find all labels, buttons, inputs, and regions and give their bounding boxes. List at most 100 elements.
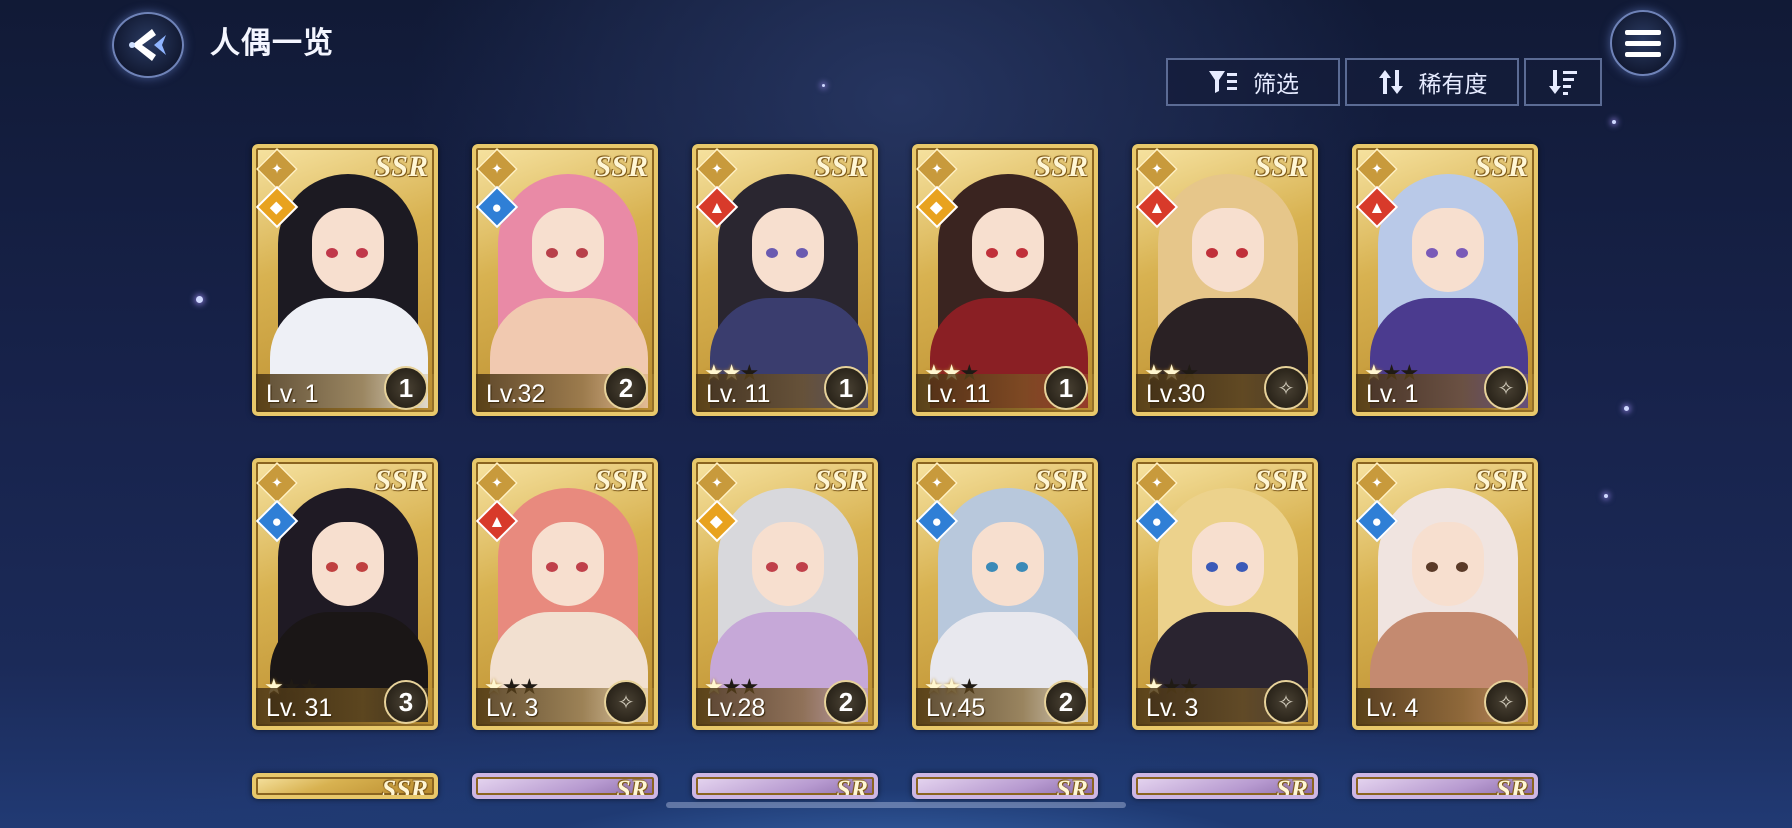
character-card[interactable]: SSR ✦ ◆ Lv. 11 [252,144,438,416]
portrait-face [752,208,824,292]
rarity-label: SSR [1034,464,1088,497]
rarity-label: SSR [381,775,428,799]
level-text: Lv. 31 [266,694,333,722]
portrait-eye [576,248,588,258]
character-card[interactable]: SR [1352,773,1538,799]
background-sparkle [1612,120,1616,124]
portrait-eye [986,562,998,572]
character-card[interactable]: SSR ✦ ● ★★★ Lv. 3 ✧ [1132,458,1318,730]
rarity-label: SSR [814,464,868,497]
character-card[interactable]: SSR ✦ ▲ ★★★ Lv.30 ✧ [1132,144,1318,416]
portrait-eye [356,562,368,572]
level-text: Lv.45 [926,694,986,722]
awaken-rank-badge: 2 [1044,680,1088,724]
character-card[interactable]: SR [472,773,658,799]
sort-order-button[interactable] [1524,58,1602,106]
portrait-face [1412,208,1484,292]
sort-arrows-icon [1378,70,1403,94]
rarity-label: SSR [1034,150,1088,183]
rarity-label: SSR [814,150,868,183]
portrait-eye [766,248,778,258]
portrait-eye [796,562,808,572]
rarity-sort-button[interactable]: 稀有度 [1345,58,1519,106]
character-card[interactable]: SSR ✦ ◆ ★★★ Lv. 11 1 [912,144,1098,416]
back-button[interactable] [112,12,184,78]
background-sparkle [1604,494,1608,498]
character-card[interactable]: SSR [252,773,438,799]
awaken-rank-badge: 3 [384,680,428,724]
page-title: 人偶一览 [210,27,334,60]
awaken-wing-icon: ✧ [1484,680,1528,724]
level-text: Lv. 1 [1366,380,1419,408]
rarity-label: SR [836,775,868,799]
level-text: Lv. 4 [1366,694,1419,722]
awaken-wing-icon: ✧ [1264,680,1308,724]
character-card[interactable]: SSR ✦ ◆ ★★★ Lv.28 2 [692,458,878,730]
rarity-label: SSR [374,150,428,183]
filter-button[interactable]: 筛选 [1166,58,1340,106]
level-text: Lv. 1 [266,380,319,408]
portrait-eye [546,248,558,258]
portrait-face [312,522,384,606]
awaken-rank-badge: 1 [1044,366,1088,410]
awaken-rank-badge: 1 [384,366,428,410]
rarity-label: SSR [374,464,428,497]
character-card[interactable]: SSR ✦ ▲ ★★★ Lv. 1 ✧ [1352,144,1538,416]
character-card[interactable]: SSR ✦ ● Lv.32 2 [472,144,658,416]
rarity-label: SSR [594,150,648,183]
portrait-face [312,208,384,292]
portrait-eye [1456,562,1468,572]
awaken-rank-badge: 1 [824,366,868,410]
character-card[interactable]: SSR ✦ ▲ ★★★ Lv. 11 1 [692,144,878,416]
portrait-face [752,522,824,606]
level-text: Lv.30 [1146,380,1206,408]
rarity-label: SSR [1474,464,1528,497]
character-card[interactable]: SSR ✦ ▲ ★★★ Lv. 3 ✧ [472,458,658,730]
portrait-eye [1426,562,1438,572]
level-text: Lv. 11 [706,380,771,408]
portrait-eye [1016,562,1028,572]
portrait-eye [1456,248,1468,258]
character-card[interactable]: SSR ✦ ● ★★★ Lv.45 2 [912,458,1098,730]
level-text: Lv. 3 [486,694,539,722]
awaken-wing-icon: ✧ [1484,366,1528,410]
portrait-eye [796,248,808,258]
rarity-label: SR [616,775,648,799]
rarity-label: SSR [594,464,648,497]
level-text: Lv. 11 [926,380,991,408]
character-card[interactable]: SSR ✦ ● Lv. 4 ✧ [1352,458,1538,730]
rarity-label: SSR [1474,150,1528,183]
portrait-eye [576,562,588,572]
portrait-eye [1236,248,1248,258]
awaken-rank-badge: 2 [824,680,868,724]
rarity-label: SR [1276,775,1308,799]
background-sparkle [1624,406,1629,411]
background-sparkle [822,84,825,87]
background-sparkle [196,296,203,303]
portrait-eye [546,562,558,572]
portrait-eye [1206,562,1218,572]
rarity-label: SR [1056,775,1088,799]
portrait-face [1412,522,1484,606]
awaken-wing-icon: ✧ [1264,366,1308,410]
portrait-eye [326,248,338,258]
portrait-eye [1016,248,1028,258]
portrait-eye [1206,248,1218,258]
awaken-rank-badge: 2 [604,366,648,410]
character-card[interactable]: SR [1132,773,1318,799]
portrait-eye [356,248,368,258]
character-card[interactable]: SR [912,773,1098,799]
portrait-face [532,208,604,292]
scroll-indicator[interactable] [666,802,1126,808]
portrait-eye [326,562,338,572]
character-card[interactable]: SR [692,773,878,799]
rarity-label: SR [1496,775,1528,799]
level-text: Lv. 3 [1146,694,1199,722]
portrait-face [972,522,1044,606]
portrait-eye [766,562,778,572]
character-card[interactable]: SSR ✦ ● ★★★ Lv. 31 3 [252,458,438,730]
level-text: Lv.28 [706,694,766,722]
portrait-face [972,208,1044,292]
rarity-label: 稀有度 [1418,71,1488,97]
menu-button[interactable] [1610,10,1676,76]
